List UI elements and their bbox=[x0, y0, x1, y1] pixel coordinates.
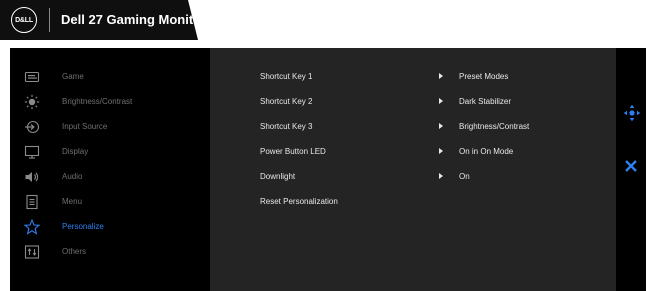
menu-icon bbox=[26, 194, 38, 210]
menu-label-personalize: Personalize bbox=[62, 222, 104, 231]
row-shortcut-key-2[interactable]: Shortcut Key 2 Dark Stabilizer bbox=[210, 90, 616, 115]
menu-item-brightness-contrast[interactable]: Brightness/Contrast bbox=[10, 90, 210, 115]
game-icon bbox=[24, 71, 40, 83]
others-icon bbox=[24, 245, 40, 259]
menu-label-audio: Audio bbox=[62, 172, 83, 181]
row-label: Power Button LED bbox=[260, 147, 326, 156]
monitor-title: Dell 27 Gaming Monitor bbox=[61, 12, 207, 27]
menu-item-display[interactable]: Display bbox=[10, 140, 210, 165]
arrow-right-icon bbox=[439, 173, 443, 179]
personalize-submenu: Shortcut Key 1 Preset Modes Shortcut Key… bbox=[210, 48, 616, 291]
row-shortcut-key-1[interactable]: Shortcut Key 1 Preset Modes bbox=[210, 65, 616, 90]
osd-window: Game Brightness/Contrast Input Source Di… bbox=[10, 48, 646, 291]
joystick-icon[interactable] bbox=[623, 104, 641, 122]
menu-item-game[interactable]: Game bbox=[10, 65, 210, 90]
menu-label-brightness-contrast: Brightness/Contrast bbox=[62, 97, 133, 106]
star-icon bbox=[24, 219, 40, 235]
menu-label-input-source: Input Source bbox=[62, 122, 108, 131]
row-power-button-led[interactable]: Power Button LED On in On Mode bbox=[210, 140, 616, 165]
row-shortcut-key-3[interactable]: Shortcut Key 3 Brightness/Contrast bbox=[210, 115, 616, 140]
row-label: Shortcut Key 3 bbox=[260, 122, 313, 131]
row-value: On in On Mode bbox=[459, 147, 514, 156]
menu-label-menu: Menu bbox=[62, 197, 83, 206]
menu-item-audio[interactable]: Audio bbox=[10, 165, 210, 190]
row-label: Shortcut Key 1 bbox=[260, 72, 313, 81]
main-menu: Game Brightness/Contrast Input Source Di… bbox=[10, 48, 210, 291]
monitor-tab: D&LL Dell 27 Gaming Monitor bbox=[0, 0, 198, 40]
close-icon[interactable] bbox=[624, 159, 638, 173]
arrow-right-icon bbox=[439, 123, 443, 129]
menu-item-menu[interactable]: Menu bbox=[10, 190, 210, 215]
brightness-icon bbox=[24, 94, 40, 110]
row-label: Downlight bbox=[260, 172, 296, 181]
row-value: On bbox=[459, 172, 470, 181]
row-value: Brightness/Contrast bbox=[459, 122, 530, 131]
arrow-right-icon bbox=[439, 98, 443, 104]
tab-divider bbox=[49, 8, 50, 32]
menu-label-game: Game bbox=[62, 72, 84, 81]
dell-logo: D&LL bbox=[11, 7, 37, 33]
row-label: Shortcut Key 2 bbox=[260, 97, 313, 106]
menu-item-input-source[interactable]: Input Source bbox=[10, 115, 210, 140]
arrow-right-icon bbox=[439, 73, 443, 79]
nav-guide bbox=[616, 48, 646, 291]
row-reset-personalization[interactable]: Reset Personalization bbox=[210, 190, 616, 215]
arrow-right-icon bbox=[439, 148, 443, 154]
row-downlight[interactable]: Downlight On bbox=[210, 165, 616, 190]
row-value: Dark Stabilizer bbox=[459, 97, 512, 106]
input-source-icon bbox=[25, 120, 40, 134]
menu-label-display: Display bbox=[62, 147, 89, 156]
audio-icon bbox=[25, 172, 39, 182]
menu-item-others[interactable]: Others bbox=[10, 240, 210, 265]
menu-item-personalize[interactable]: Personalize bbox=[10, 215, 210, 240]
display-icon bbox=[24, 145, 40, 159]
row-value: Preset Modes bbox=[459, 72, 509, 81]
menu-label-others: Others bbox=[62, 247, 87, 256]
row-label: Reset Personalization bbox=[260, 197, 338, 206]
